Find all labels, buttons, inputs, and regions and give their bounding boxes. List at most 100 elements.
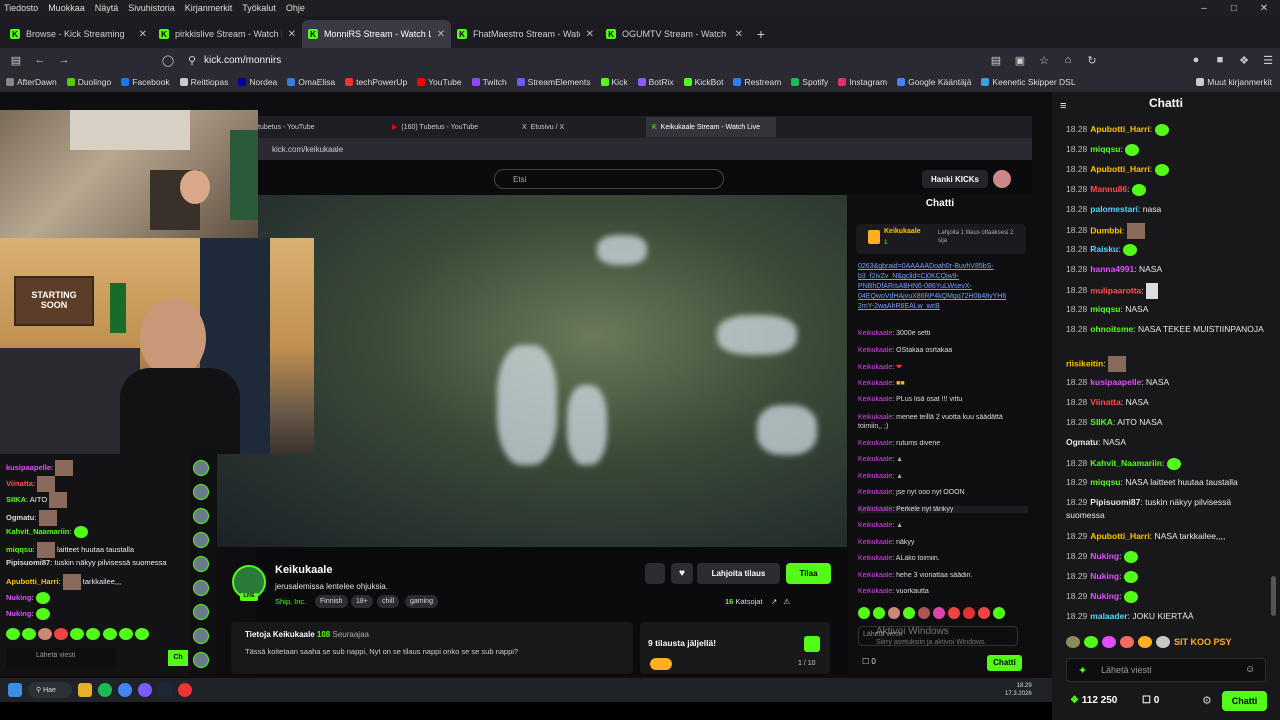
menu-bookmarks[interactable]: Kirjanmerkit bbox=[185, 3, 233, 13]
bookmark[interactable]: Twitch bbox=[471, 77, 507, 87]
shield-icon[interactable]: ◯ bbox=[156, 54, 180, 67]
chat-message: 18.28 kusipaapelle: NASA bbox=[1066, 377, 1170, 387]
close-tab-icon[interactable]: ✕ bbox=[437, 29, 445, 40]
bookmark[interactable]: Nordea bbox=[238, 77, 277, 87]
extensions-icon[interactable]: ■ bbox=[1208, 54, 1232, 66]
emoji-icon[interactable]: ☺ bbox=[1245, 664, 1255, 675]
kick-icon: K bbox=[10, 29, 20, 39]
obs-icon[interactable] bbox=[178, 683, 192, 697]
minimize-icon[interactable]: – bbox=[1188, 0, 1220, 16]
close-tab-icon[interactable]: ✕ bbox=[288, 29, 296, 40]
captured-tab: ▶ (160) Tubetus - YouTube bbox=[392, 123, 479, 132]
firefox-icon[interactable] bbox=[138, 683, 152, 697]
emote-icon[interactable] bbox=[1102, 636, 1116, 648]
tab-title: MonniRS Stream - Watch L bbox=[324, 29, 431, 39]
close-tab-icon[interactable]: ✕ bbox=[735, 29, 743, 40]
chat-message: 18.28 ohnoitsme: NASA TEKEE MUISTIINPANOJ… bbox=[1066, 324, 1264, 334]
taskbar-clock[interactable]: 18.29 17.3.2026 bbox=[1005, 682, 1032, 698]
menu-help[interactable]: Ohje bbox=[286, 3, 305, 13]
captured-chat-line: Keikukaale: Perkele nyt tänkyy bbox=[858, 506, 1028, 513]
new-tab-icon[interactable]: + bbox=[749, 20, 773, 48]
menu-icon[interactable]: ☰ bbox=[1256, 54, 1280, 67]
other-bookmarks[interactable]: Muut kirjanmerkit bbox=[1196, 77, 1272, 87]
bookmark[interactable]: AfterDawn bbox=[6, 77, 57, 87]
get-kicks-button: Hanki KICKs bbox=[922, 170, 988, 188]
bookmark-icon bbox=[516, 78, 525, 86]
bookmark[interactable]: Restream bbox=[733, 77, 781, 87]
menu-file[interactable]: Tiedosto bbox=[4, 3, 38, 13]
file-explorer-icon[interactable] bbox=[78, 683, 92, 697]
chat-message: 18.29 miqqsu: NASA laitteet huutaa tausta… bbox=[1066, 477, 1238, 487]
overlay-chat: kusipaapelle: Viinatta: SIIKA: AITO Ogma… bbox=[0, 454, 190, 676]
bookmark[interactable]: Instagram bbox=[838, 77, 887, 87]
kick-search-input: Etsi bbox=[494, 169, 724, 189]
star-icon[interactable]: ☆ bbox=[1032, 54, 1056, 67]
close-tab-icon[interactable]: ✕ bbox=[586, 29, 594, 40]
steam-icon[interactable] bbox=[158, 683, 172, 697]
emote-icon[interactable] bbox=[1156, 636, 1170, 648]
close-tab-icon[interactable]: ✕ bbox=[139, 29, 147, 40]
overlay-chat-input: Lähetä viesti bbox=[6, 648, 116, 668]
send-chat-button[interactable]: Chatti bbox=[1222, 691, 1267, 711]
emote-icon[interactable] bbox=[1084, 636, 1098, 648]
puzzle-icon[interactable]: ❖ bbox=[1232, 54, 1256, 67]
sparkle-icon[interactable]: ✦ bbox=[1078, 664, 1087, 677]
x-icon: X bbox=[522, 123, 527, 131]
chat-input[interactable]: Lähetä viesti bbox=[1066, 658, 1266, 682]
menu-tools[interactable]: Työkalut bbox=[242, 3, 276, 13]
forward-icon[interactable]: → bbox=[52, 54, 76, 66]
browser-tab[interactable]: K Browse - Kick Streaming ✕ bbox=[4, 20, 153, 48]
bookmark[interactable]: Google Kääntäjä bbox=[897, 77, 971, 87]
chrome-icon[interactable] bbox=[118, 683, 132, 697]
emote-icon[interactable] bbox=[1138, 636, 1152, 648]
bookmark[interactable]: BotRix bbox=[637, 77, 674, 87]
windows-start-icon[interactable] bbox=[8, 683, 22, 697]
streamer-name: Keikukaale bbox=[275, 564, 333, 576]
bookmark[interactable]: Facebook bbox=[121, 77, 170, 87]
emote-icon bbox=[1166, 457, 1181, 470]
maximize-icon[interactable]: □ bbox=[1218, 0, 1250, 16]
bookmark[interactable]: Kick bbox=[600, 77, 628, 87]
reader-icon[interactable]: ▤ bbox=[984, 54, 1008, 67]
bookmark[interactable]: Reittiopas bbox=[179, 77, 228, 87]
sidebar-toggle-icon[interactable]: ▤ bbox=[4, 54, 28, 67]
bookmark[interactable]: Duolingo bbox=[66, 77, 111, 87]
chat-message: 18.28 miqqsu: NASA bbox=[1066, 304, 1149, 314]
webcam-room bbox=[0, 110, 258, 240]
pinned-gifter: Keikukaale 1 Lahjoita 1 tilaus ottaakses… bbox=[856, 224, 1026, 254]
chat-scrollbar[interactable] bbox=[1271, 576, 1276, 616]
emote-icon[interactable] bbox=[1120, 636, 1134, 648]
emote-text[interactable]: SIT KOO PSY bbox=[1174, 637, 1232, 647]
menu-history[interactable]: Sivuhistoria bbox=[128, 3, 175, 13]
menu-edit[interactable]: Muokkaa bbox=[48, 3, 85, 13]
emote-icon[interactable] bbox=[1066, 636, 1080, 648]
menu-view[interactable]: Näytä bbox=[95, 3, 119, 13]
taskbar-search[interactable]: ⚲ Hae bbox=[28, 682, 72, 698]
reload-icon[interactable]: ↻ bbox=[1080, 54, 1104, 67]
spotify-icon[interactable] bbox=[98, 683, 112, 697]
back-icon[interactable]: ← bbox=[28, 54, 52, 66]
browser-tab[interactable]: K FhatMaestro Stream - Watc ✕ bbox=[451, 20, 600, 48]
bookmark[interactable]: StreamElements bbox=[516, 77, 591, 87]
bookmark[interactable]: YouTube bbox=[417, 77, 462, 87]
bookmark[interactable]: techPowerUp bbox=[345, 77, 407, 87]
bookmark[interactable]: OmaElisa bbox=[287, 77, 335, 87]
overlay-chat-line: Viinatta: bbox=[6, 476, 56, 492]
browser-tab[interactable]: Kpirkkislive Stream - Watch L ✕ bbox=[153, 20, 302, 48]
bookmark[interactable]: Spotify bbox=[791, 77, 828, 87]
account-icon[interactable]: ● bbox=[1184, 54, 1208, 66]
home-icon[interactable]: ⌂ bbox=[1056, 54, 1080, 66]
bookmark[interactable]: Keenetic Skipper DSL bbox=[981, 77, 1076, 87]
gear-icon[interactable]: ⚙ bbox=[1202, 694, 1212, 707]
browser-tab[interactable]: K OGUMTV Stream - Watch L ✕ bbox=[600, 20, 749, 48]
browser-tab-active[interactable]: K MonniRS Stream - Watch L ✕ bbox=[302, 20, 451, 48]
bookmark[interactable]: KickBot bbox=[683, 77, 723, 87]
close-window-icon[interactable]: ✕ bbox=[1248, 0, 1280, 16]
chat-message: 18.28 Mannu86: bbox=[1066, 183, 1272, 196]
inventory-count[interactable]: ☐ 0 bbox=[1142, 695, 1159, 706]
screenshot-icon[interactable]: ▣ bbox=[1008, 54, 1032, 67]
channel-points[interactable]: ❖ 112 250 bbox=[1070, 695, 1117, 706]
address-bar[interactable]: kick.com/monnirs bbox=[204, 55, 281, 66]
channel-avatar bbox=[193, 556, 209, 572]
captured-chat-line: Keikukaale: PLus lisä osat !!! vittu bbox=[858, 396, 963, 403]
